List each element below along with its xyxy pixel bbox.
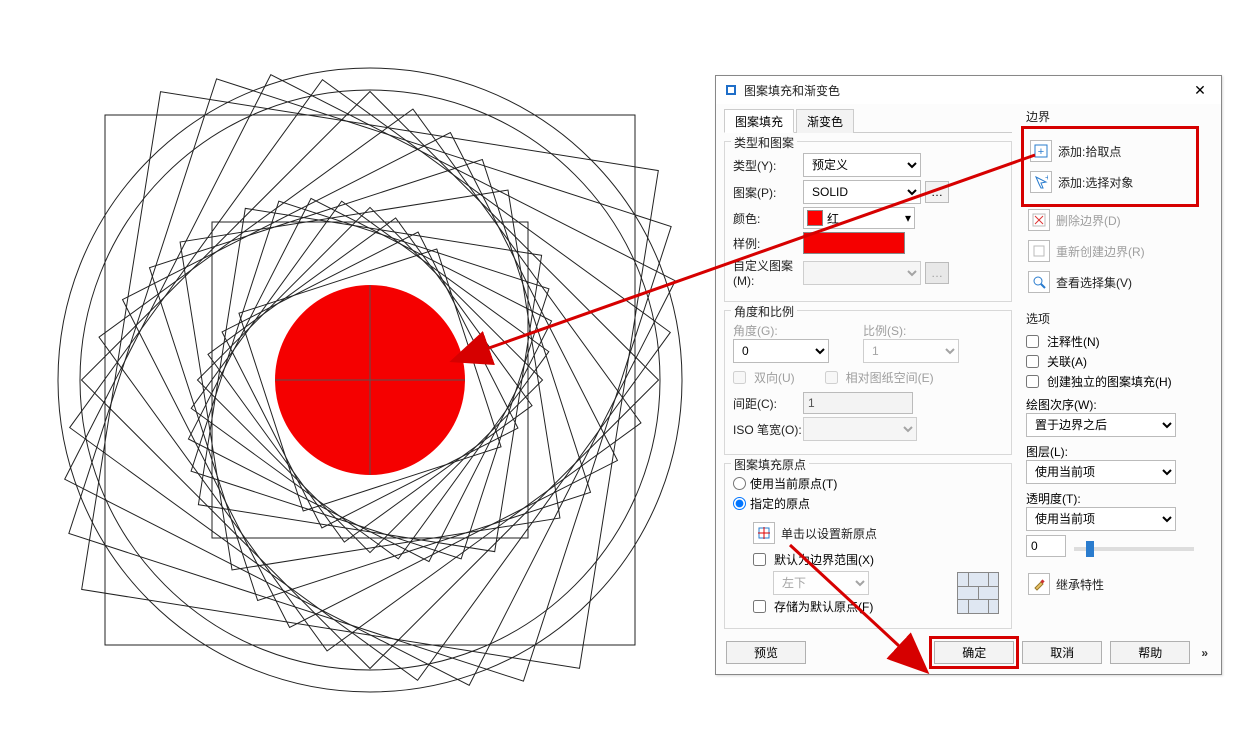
add-selectobj-button[interactable]: + 添加:选择对象 [1028,169,1192,195]
draworder-select[interactable]: 置于边界之后 [1026,413,1176,437]
group-origin: 图案填充原点 使用当前原点(T) 指定的原点 单击以 [724,463,1012,629]
magnifier-icon [1028,271,1050,293]
remove-icon [1028,209,1050,231]
assoc-checkbox[interactable]: 关联(A) [1026,353,1194,370]
spacing-input [803,392,913,414]
sample-swatch[interactable] [803,232,905,254]
expand-dialog-button[interactable]: » [1198,646,1211,660]
tab-gradient[interactable]: 渐变色 [796,109,854,133]
paperspace-checkbox: 相对图纸空间(E) [825,369,934,386]
options-title: 选项 [1026,310,1194,327]
angle-label: 角度(G): [733,322,863,339]
rose-drawing [20,20,720,740]
group-title: 角度和比例 [731,303,797,320]
app-icon [724,83,738,97]
help-button[interactable]: 帮助 [1110,641,1190,664]
svg-text:+: + [1038,146,1044,158]
tab-hatch[interactable]: 图案填充 [724,109,794,133]
dialog-footer: 预览 确定 取消 帮助 » [716,633,1221,674]
iso-select [803,417,917,441]
cancel-button[interactable]: 取消 [1022,641,1102,664]
view-selection-button[interactable]: 查看选择集(V) [1026,269,1194,295]
preview-button[interactable]: 预览 [726,641,806,664]
annotative-checkbox[interactable]: 注释性(N) [1026,333,1194,350]
default-bounds-checkbox[interactable]: 默认为边界范围(X) [751,551,957,568]
group-title: 图案填充原点 [731,456,809,473]
custom-select [803,261,921,285]
separate-checkbox[interactable]: 创建独立的图案填充(H) [1026,373,1194,390]
color-value: 红 [827,210,839,227]
inherit-button[interactable]: 继承特性 [1026,571,1194,597]
boundary-add-highlight: + 添加:拾取点 + 添加:选择对象 [1026,131,1194,202]
layer-label: 图层(L): [1026,443,1194,460]
close-button[interactable]: ✕ [1187,80,1213,100]
drawing-canvas [0,0,720,746]
dialog-title: 图案填充和渐变色 [744,82,1187,99]
add-pickpoint-button[interactable]: + 添加:拾取点 [1028,138,1192,164]
pattern-browse-button[interactable]: … [925,181,949,203]
draworder-label: 绘图次序(W): [1026,396,1194,413]
layer-select[interactable]: 使用当前项 [1026,460,1176,484]
transp-select[interactable]: 使用当前项 [1026,507,1176,531]
store-default-checkbox[interactable]: 存储为默认原点(F) [751,598,957,615]
svg-text:+: + [1045,175,1048,182]
click-set-origin-button[interactable]: 单击以设置新原点 [751,520,957,546]
spacing-label: 间距(C): [733,395,803,412]
group-angle-scale: 角度和比例 角度(G): 0 比例(S): 1 [724,310,1012,455]
transp-slider[interactable] [1074,547,1194,551]
selectobj-icon: + [1030,171,1052,193]
ok-button[interactable]: 确定 [934,641,1014,664]
angle-select[interactable]: 0 [733,339,829,363]
custom-browse-button: … [925,262,949,284]
inherit-icon [1028,573,1050,595]
slider-thumb-icon [1086,541,1094,557]
iso-label: ISO 笔宽(O): [733,421,803,438]
group-type-pattern: 类型和图案 类型(Y): 预定义 图案(P): SOLID … 颜色: [724,141,1012,302]
hatch-dialog: 图案填充和渐变色 ✕ 图案填充 渐变色 类型和图案 类型(Y): 预定义 图案(… [715,75,1222,675]
recreate-icon [1028,240,1050,262]
recreate-boundary-button: 重新创建边界(R) [1026,238,1194,264]
double-checkbox: 双向(U) [733,369,795,386]
transp-num-input[interactable] [1026,535,1066,557]
color-chip-icon [807,210,823,226]
scale-label: 比例(S): [863,322,959,339]
origin-use-current-radio[interactable]: 使用当前原点(T) [733,475,1003,492]
origin-specified-radio[interactable]: 指定的原点 [733,495,1003,512]
color-select[interactable]: 红 ▾ [803,207,915,229]
custom-label: 自定义图案(M): [733,257,803,288]
color-label: 颜色: [733,210,803,227]
group-title: 类型和图案 [731,134,797,151]
origin-preview-icon [957,572,999,614]
type-label: 类型(Y): [733,157,803,174]
scale-select: 1 [863,339,959,363]
pattern-select[interactable]: SOLID [803,180,921,204]
tab-strip: 图案填充 渐变色 [724,108,1012,133]
transp-label: 透明度(T): [1026,490,1194,507]
sample-label: 样例: [733,235,803,252]
remove-boundary-button: 删除边界(D) [1026,207,1194,233]
origin-pick-icon [753,522,775,544]
pattern-label: 图案(P): [733,184,803,201]
default-pos-select: 左下 [773,571,869,595]
pickpoint-icon: + [1030,140,1052,162]
boundary-title: 边界 [1026,108,1194,125]
title-bar: 图案填充和渐变色 ✕ [716,76,1221,104]
type-select[interactable]: 预定义 [803,153,921,177]
